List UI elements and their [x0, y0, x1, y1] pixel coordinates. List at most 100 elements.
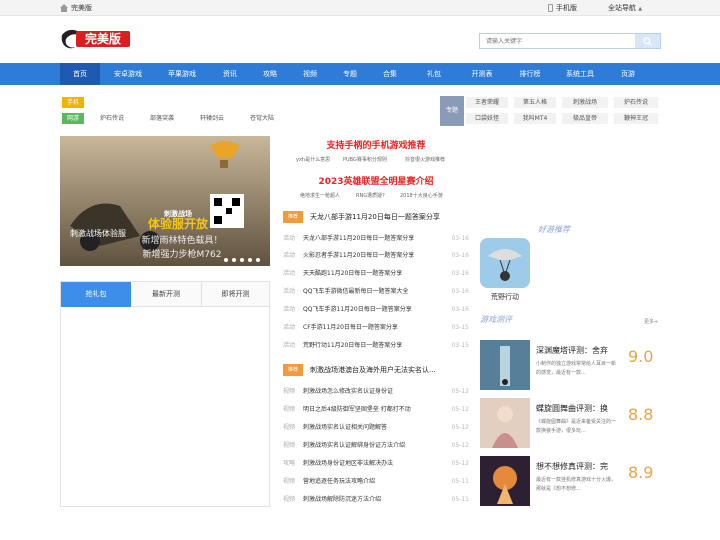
slide-dot[interactable]: [240, 258, 244, 262]
tab-gift[interactable]: 抢礼包: [61, 282, 131, 307]
news-section-title[interactable]: 刺激战场港澳台及海外用户无法实名认...: [310, 363, 470, 377]
list-item[interactable]: 视频 刺激战场怎么修改实名认证身份证 05-12: [283, 387, 469, 397]
hot-game-icon[interactable]: [480, 238, 530, 288]
headline-1-sub[interactable]: PUBG赛事积分规则: [343, 156, 387, 163]
review-desc: 最近有一款挂机修真游戏十分火爆，那就是《想不想修...: [536, 477, 617, 492]
list-item[interactable]: 活动 CF手游11月20日每日一题答案分享 03-15: [283, 323, 469, 333]
review-title[interactable]: 深渊魔塔评测：舍弃: [536, 345, 618, 356]
item-title[interactable]: 刺激战场实名认证相关问题解答: [303, 423, 387, 433]
item-title[interactable]: 明日之后4级防御军坚固堡垒 打都打不动: [303, 405, 411, 415]
review-title[interactable]: 想不想修真评测：完: [536, 461, 618, 472]
item-category: 活动: [283, 324, 296, 331]
tag-item[interactable]: 部落突袭: [140, 113, 184, 124]
topic-tag[interactable]: 第五人格: [514, 97, 556, 108]
topic-tag[interactable]: 口袋妖怪: [466, 113, 508, 124]
topic-tag[interactable]: 我叫MT4: [514, 113, 556, 124]
headline-1-sub[interactable]: yxh是什么意思: [296, 156, 330, 163]
list-item[interactable]: 视频 明日之后4级防御军坚固堡垒 打都打不动 05-12: [283, 405, 469, 415]
nav-item[interactable]: 系统工具: [558, 63, 602, 85]
nav-item[interactable]: 资讯: [214, 63, 246, 85]
nav-item[interactable]: 合集: [374, 63, 406, 85]
headline-2-sub[interactable]: 绝地求生一枪超人: [300, 192, 340, 199]
item-title[interactable]: 天龙八部手游11月20日每日一题答案分享: [303, 234, 414, 244]
headline-2-sub[interactable]: 2018十大良心手游: [400, 192, 443, 199]
headline-1[interactable]: 支持手柄的手机游戏推荐: [283, 138, 469, 151]
slide-dot[interactable]: [224, 258, 228, 262]
headline-1-sub[interactable]: 抖音很火游戏推荐: [405, 156, 445, 163]
main-nav: 首页 安卓游戏 苹果游戏 资讯 攻略 视频 专题 合集 礼包 开测表 排行榜 系…: [0, 63, 720, 85]
reviews-more-link[interactable]: 更多+: [644, 318, 658, 325]
hot-game-name[interactable]: 荒野行动: [480, 292, 530, 302]
review-item[interactable]: 想不想修真评测：完 最近有一款挂机修真游戏十分火爆，那就是《想不想修... 8.…: [480, 456, 660, 506]
nav-item[interactable]: 礼包: [416, 63, 452, 85]
tab-upcoming-test[interactable]: 即将开测: [201, 282, 269, 307]
item-date: 03-15: [451, 324, 469, 331]
item-title[interactable]: CF手游11月20日每日一题答案分享: [303, 323, 398, 333]
nav-item[interactable]: 排行榜: [510, 63, 550, 85]
slide-dot[interactable]: [248, 258, 252, 262]
list-item[interactable]: 活动 火影忍者手游11月20日每日一题答案分享 03-16: [283, 251, 469, 261]
nav-item[interactable]: 专题: [334, 63, 366, 85]
tag-item[interactable]: 炉石传说: [90, 113, 134, 124]
headline-2-sub[interactable]: RNG遭质疑?: [356, 192, 385, 199]
tag-item[interactable]: 轩辕剑云: [190, 113, 234, 124]
news-section-title[interactable]: 天龙八部手游11月20日每日一题答案分享: [310, 210, 470, 224]
list-item[interactable]: 活动 天龙八部手游11月20日每日一题答案分享 03-16: [283, 234, 469, 244]
list-item[interactable]: 活动 荒野行动11月20日每日一题答案分享 03-15: [283, 341, 469, 351]
search-button[interactable]: [635, 34, 660, 48]
search-input[interactable]: [480, 34, 635, 48]
list-item[interactable]: 活动 QQ飞车手游11月20日每日一题答案分享 03-16: [283, 305, 469, 315]
site-nav-link[interactable]: 全站导航 ▲: [608, 0, 642, 17]
hot-game-image: [480, 238, 530, 288]
topic-tag[interactable]: 刺激战场: [562, 97, 608, 108]
item-date: 03-16: [451, 270, 469, 277]
item-title[interactable]: 刺激战场解除防沉迷方法介绍: [303, 495, 381, 505]
item-category: 视频: [283, 442, 296, 449]
nav-item[interactable]: 视频: [294, 63, 326, 85]
home-link[interactable]: 完美版: [60, 0, 92, 16]
topic-tag[interactable]: 炉石传说: [614, 97, 658, 108]
list-item[interactable]: 视频 刺激战场解除防沉迷方法介绍 05-11: [283, 495, 469, 505]
review-item[interactable]: 蝶旋圆舞曲评测：换 《蝶旋圆舞曲》是近来备受关注的一款换装手游，很多玩... 8…: [480, 398, 660, 448]
logo-text: 完美版: [85, 31, 121, 46]
item-date: 03-16: [451, 288, 469, 295]
news-section-header: 推荐 刺激战场港澳台及海外用户无法实名认...: [283, 363, 469, 377]
review-title[interactable]: 蝶旋圆舞曲评测：换: [536, 403, 618, 414]
slide-dot[interactable]: [256, 258, 260, 262]
tab-latest-test[interactable]: 最新开测: [131, 282, 201, 307]
topic-tag[interactable]: 极品皇帝: [562, 113, 608, 124]
list-item[interactable]: 活动 QQ飞车手游微信最新每日一题答案大全 03-16: [283, 287, 469, 297]
nav-item[interactable]: 苹果游戏: [160, 63, 204, 85]
site-logo[interactable]: 完美版: [60, 25, 136, 53]
list-item[interactable]: 攻略 刺激战场身份证地区非法解决办法 05-12: [283, 459, 469, 469]
mobile-link[interactable]: 手机版: [548, 0, 577, 16]
mobile-label: 手机版: [556, 4, 577, 12]
item-title[interactable]: 刺激战场实名认证解绑身份证方法介绍: [303, 441, 405, 451]
item-title[interactable]: 刺激战场怎么修改实名认证身份证: [303, 387, 393, 397]
list-item[interactable]: 视频 营地追逐任务玩法攻略介绍 05-11: [283, 477, 469, 487]
item-title[interactable]: 刺激战场身份证地区非法解决办法: [303, 459, 393, 469]
review-score: 9.0: [628, 347, 654, 366]
item-title[interactable]: 火影忍者手游11月20日每日一题答案分享: [303, 251, 414, 261]
nav-item[interactable]: 安卓游戏: [106, 63, 150, 85]
nav-item[interactable]: 攻略: [254, 63, 286, 85]
item-title[interactable]: QQ飞车手游11月20日每日一题答案分享: [303, 305, 412, 315]
item-title[interactable]: 营地追逐任务玩法攻略介绍: [303, 477, 375, 487]
banner-slide[interactable]: 刺激战场 体验服开放 新增雨林特色载具！ 新增强力步枪M762 刺激战场体验服: [60, 136, 270, 266]
gift-tabs-panel: 抢礼包 最新开测 即将开测: [60, 281, 270, 507]
item-title[interactable]: 天天酷跑11月20日每日一题答案分享: [303, 269, 402, 279]
nav-item[interactable]: 页游: [612, 63, 644, 85]
item-title[interactable]: QQ飞车手游微信最新每日一题答案大全: [303, 287, 408, 297]
tag-item[interactable]: 苍穹大陆: [240, 113, 284, 124]
topic-tag[interactable]: 鞭神王冠: [614, 113, 658, 124]
review-item[interactable]: 深渊魔塔评测：舍弃 小制作的独立游戏常常给人耳目一新的感觉，最近有一款... 9…: [480, 340, 660, 390]
list-item[interactable]: 视频 刺激战场实名认证相关问题解答 05-12: [283, 423, 469, 433]
topic-tag[interactable]: 王者荣耀: [466, 97, 508, 108]
list-item[interactable]: 视频 刺激战场实名认证解绑身份证方法介绍 05-12: [283, 441, 469, 451]
slide-dot[interactable]: [232, 258, 236, 262]
headline-2[interactable]: 2023英雄联盟全明星赛介绍: [283, 174, 469, 187]
nav-item[interactable]: 首页: [60, 63, 100, 85]
item-title[interactable]: 荒野行动11月20日每日一题答案分享: [303, 341, 402, 351]
list-item[interactable]: 活动 天天酷跑11月20日每日一题答案分享 03-16: [283, 269, 469, 279]
nav-item[interactable]: 开测表: [462, 63, 502, 85]
